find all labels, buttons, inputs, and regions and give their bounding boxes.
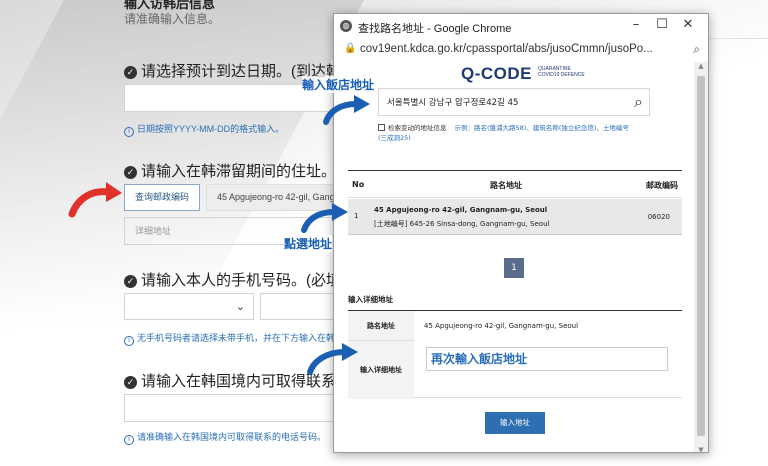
check-circle-icon: ✓ xyxy=(124,66,137,79)
question-address: ✓ 请输入在韩滞留期间的住址。(必 xyxy=(124,160,356,181)
hint-contact: i 请准确输入在韩国境内可取得联系的电话号码。 xyxy=(124,430,326,445)
scroll-down-icon[interactable]: ▼ xyxy=(694,446,708,452)
detail-road-value: 45 Apgujeong-ro 42-gil, Gangnam-gu, Seou… xyxy=(424,322,579,330)
column-zip: 邮政编码 xyxy=(646,181,678,190)
detail-section-title: 输入详细地址 xyxy=(348,295,393,304)
address-bar[interactable]: 🔒 cov19ent.kdca.go.kr/cpassportal/abs/ju… xyxy=(334,40,708,62)
detail-road-label: 路名地址 xyxy=(348,311,414,341)
chrome-popup-window: ◍ 查找路名地址 - Google Chrome – ☐ ✕ 🔒 cov19en… xyxy=(333,13,709,453)
maximize-icon[interactable]: ☐ xyxy=(652,17,672,32)
submit-address-button[interactable]: 输入地址 xyxy=(485,412,545,434)
phone-country-select[interactable]: ⌄ xyxy=(124,293,254,320)
contact-phone-input[interactable] xyxy=(124,394,336,422)
result-row[interactable]: 1 45 Apgujeong-ro 42-gil, Gangnam-gu, Se… xyxy=(348,199,682,235)
phone-number-input[interactable] xyxy=(260,293,336,320)
window-title: 查找路名地址 - Google Chrome xyxy=(358,23,512,35)
qcode-logo: Q-CODE xyxy=(461,64,532,83)
blue-arrow-annotation xyxy=(323,95,370,125)
result-number: 1 xyxy=(354,212,359,220)
check-circle-icon: ✓ xyxy=(124,376,137,389)
blue-arrow-annotation xyxy=(307,343,358,375)
annotation-click-address: 點選地址 xyxy=(284,235,333,252)
detail-address-input[interactable]: 再次輸入飯店地址 xyxy=(426,347,668,371)
popup-content: Q-CODE QUARANTINE COVID19 DEFENCE 서울특별시 강… xyxy=(334,62,696,452)
globe-icon: ◍ xyxy=(340,20,352,32)
info-icon: i xyxy=(124,336,134,346)
result-land-address: [土地编号] 645-26 Sinsa-dong, Gangnam-gu, Se… xyxy=(374,220,550,228)
hint-phone: i 无手机号码者请选择未带手机，并在下方输入在韩 xyxy=(124,331,335,346)
lock-icon: 🔒 xyxy=(344,43,357,54)
scrollbar[interactable]: ▲ ▼ xyxy=(694,62,708,452)
address-search-input[interactable]: 서울특별시 강남구 압구정로42길 45 ⌕ xyxy=(378,88,650,116)
annotation-enter-hotel: 輸入飯店地址 xyxy=(302,76,375,93)
check-circle-icon: ✓ xyxy=(124,275,137,288)
search-value: 서울특별시 강남구 압구정로42길 45 xyxy=(387,98,519,108)
result-zip: 06020 xyxy=(647,213,670,221)
info-icon: i xyxy=(124,127,134,137)
blue-arrow-annotation xyxy=(301,203,348,233)
column-no: No xyxy=(352,180,365,189)
question-phone: ✓ 请输入本人的手机号码。(必填) xyxy=(124,269,346,290)
zoom-icon[interactable]: ⌕ xyxy=(693,42,700,57)
form-subtext: 请准确输入信息。 xyxy=(124,12,221,26)
column-road-address: 路名地址 xyxy=(490,181,522,190)
hint-date-format: i 日期按照YYYY-MM-DD的格式输入。 xyxy=(124,122,284,137)
check-circle-icon: ✓ xyxy=(124,166,137,179)
url-text: cov19ent.kdca.go.kr/cpassportal/abs/juso… xyxy=(360,43,653,55)
postcode-search-button[interactable]: 查询邮政编码 xyxy=(124,184,200,211)
checkbox[interactable] xyxy=(378,124,385,131)
info-icon: i xyxy=(124,435,134,445)
red-arrow-annotation xyxy=(68,182,122,218)
window-titlebar: ◍ 查找路名地址 - Google Chrome – ☐ ✕ xyxy=(334,14,708,40)
qcode-logo-subtitle: QUARANTINE COVID19 DEFENCE xyxy=(538,66,585,78)
chevron-down-icon: ⌄ xyxy=(235,300,245,313)
search-example-cont: (三成洞25) xyxy=(378,134,411,142)
detail-address-table: 路名地址 45 Apgujeong-ro 42-gil, Gangnam-gu,… xyxy=(348,310,682,399)
scroll-up-icon[interactable]: ▲ xyxy=(694,62,708,70)
result-table-header: No 路名地址 邮政编码 xyxy=(348,170,682,198)
search-option[interactable]: 检索变动的地址信息 示例：路名(盤浦大路58)、建筑名称(独立纪念馆)、土地编号 xyxy=(378,122,629,132)
result-road-address[interactable]: 45 Apgujeong-ro 42-gil, Gangnam-gu, Seou… xyxy=(374,206,547,214)
minimize-icon[interactable]: – xyxy=(626,17,646,32)
search-icon[interactable]: ⌕ xyxy=(634,92,643,112)
search-example: 示例：路名(盤浦大路58)、建筑名称(独立纪念馆)、土地编号 xyxy=(454,124,629,132)
scrollbar-thumb[interactable] xyxy=(697,76,705,436)
close-icon[interactable]: ✕ xyxy=(678,17,698,32)
pagination-page[interactable]: 1 xyxy=(504,258,524,278)
